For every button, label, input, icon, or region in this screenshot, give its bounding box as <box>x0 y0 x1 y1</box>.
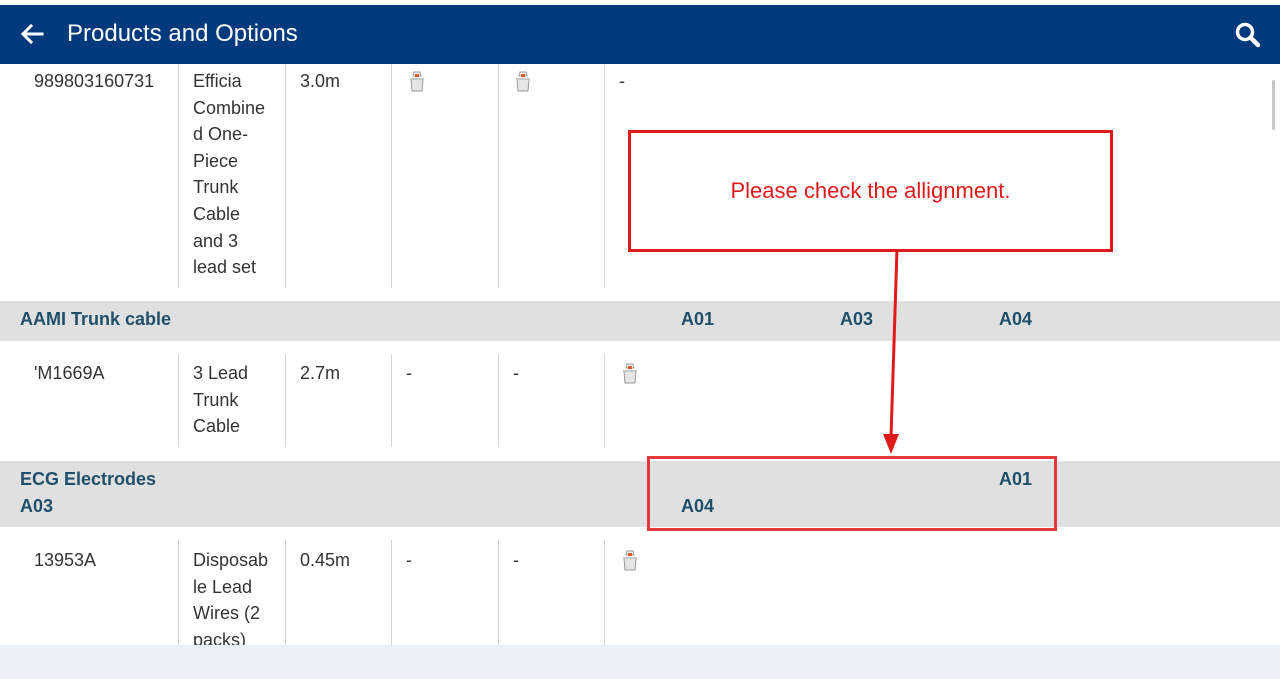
part-number: 13953A <box>34 550 97 570</box>
section-title: AAMI Trunk cable <box>20 309 172 329</box>
search-icon <box>1235 22 1261 48</box>
section-code: A01 <box>681 309 715 329</box>
section-header: ECG Electrodes A01 A03 A04 <box>0 461 1280 527</box>
column-divider <box>391 64 392 288</box>
part-number: 989803160731 <box>34 71 155 91</box>
column-divider <box>604 354 605 447</box>
app-header: Products and Options <box>0 5 1280 64</box>
search-button[interactable] <box>1234 21 1262 49</box>
column-divider <box>285 540 286 645</box>
section-code: A03 <box>20 496 54 516</box>
part-number: 'M1669A <box>34 363 105 383</box>
column-divider <box>604 540 605 645</box>
cell-value: - <box>619 71 625 91</box>
column-divider <box>178 540 179 645</box>
cell-value: - <box>406 550 412 570</box>
arrow-left-icon <box>20 23 44 45</box>
section-code: A04 <box>999 309 1033 329</box>
column-divider <box>498 64 499 288</box>
column-divider <box>604 64 605 288</box>
description: Disposab le Lead Wires (2 packs) <box>193 550 269 645</box>
highlight-box <box>647 456 1057 531</box>
app-frame: Products and Options 989803160731 Effici… <box>0 0 1280 679</box>
description: Efficia Combine d One- Piece Trunk Cable… <box>193 71 266 278</box>
column-divider <box>391 354 392 447</box>
length: 2.7m <box>300 363 341 383</box>
bottom-bar <box>0 645 1280 679</box>
annotation-callout: Please check the allignment. <box>628 130 1113 252</box>
annotation-text: Please check the allignment. <box>730 178 1011 203</box>
length: 0.45m <box>300 550 351 570</box>
page-title: Products and Options <box>67 20 298 47</box>
document-icon[interactable] <box>515 70 531 92</box>
column-divider <box>178 64 179 288</box>
document-icon[interactable] <box>622 362 638 384</box>
cell-value: - <box>513 363 519 383</box>
scrollbar[interactable] <box>1272 80 1275 130</box>
column-divider <box>285 354 286 447</box>
column-divider <box>178 354 179 447</box>
column-divider <box>285 64 286 288</box>
cell-value: - <box>513 550 519 570</box>
document-icon[interactable] <box>622 549 638 571</box>
column-divider <box>498 540 499 645</box>
section-header: AAMI Trunk cable A01 A03 A04 <box>0 301 1280 341</box>
section-code: A03 <box>840 309 874 329</box>
back-button[interactable] <box>18 20 46 48</box>
document-icon[interactable] <box>409 70 425 92</box>
column-divider <box>498 354 499 447</box>
length: 3.0m <box>300 71 341 91</box>
cell-value: - <box>406 363 412 383</box>
section-title: ECG Electrodes <box>20 469 157 489</box>
column-divider <box>391 540 392 645</box>
description: 3 Lead Trunk Cable <box>193 363 249 437</box>
